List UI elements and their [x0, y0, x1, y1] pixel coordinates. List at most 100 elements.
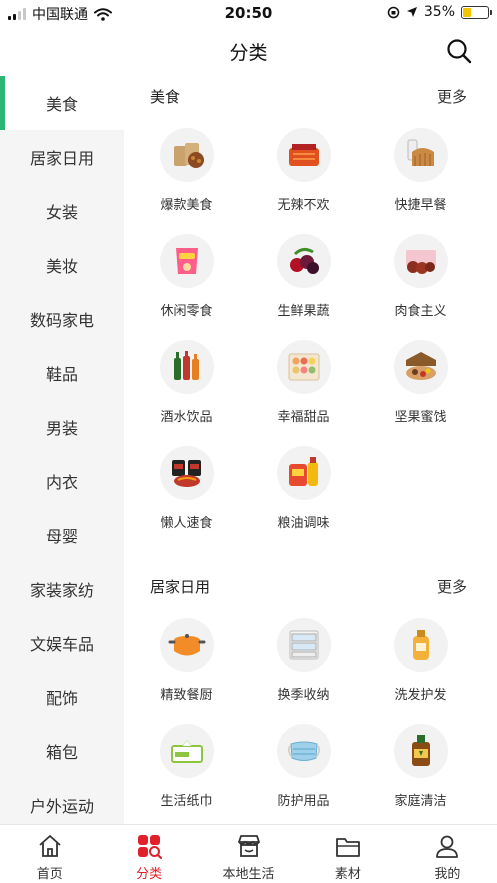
sidebar-item[interactable]: 文娱车品 [0, 616, 124, 670]
sidebar-item[interactable]: 女装 [0, 184, 124, 238]
sidebar-item-label: 男装 [45, 419, 78, 438]
section-title: 美食 [150, 87, 181, 106]
sidebar-item[interactable]: 母婴 [0, 508, 124, 562]
category-item-label: 换季收纳 [277, 688, 330, 703]
category-item[interactable]: 洗发护发 [362, 606, 479, 712]
rice-oil-icon [288, 457, 318, 486]
battery-fill [463, 7, 472, 17]
category-item[interactable]: 幸福甜品 [245, 328, 362, 434]
storage-drawer-icon [289, 630, 318, 660]
profile-icon [436, 835, 459, 858]
section-header: 居家日用 更多 [124, 566, 497, 606]
category-item[interactable]: 生活纸巾 [128, 712, 245, 818]
tab-profile[interactable]: 我的 [398, 825, 497, 883]
sidebar-item[interactable]: 配饰 [0, 670, 124, 724]
category-item[interactable]: 酒水饮品 [128, 328, 245, 434]
sidebar-item[interactable]: 内衣 [0, 454, 124, 508]
section-title: 居家日用 [150, 577, 211, 596]
sidebar-item-label: 箱包 [45, 743, 78, 762]
category-item[interactable]: 休闲零食 [128, 222, 245, 328]
tab-home[interactable]: 首页 [0, 825, 99, 883]
sidebar-item[interactable]: 居家日用 [0, 130, 124, 184]
battery-icon [461, 5, 492, 19]
category-thumbnail [276, 618, 331, 672]
category-thumbnail [393, 724, 448, 778]
tab-folder[interactable]: 素材 [298, 825, 397, 883]
category-item-label: 防护用品 [277, 794, 330, 809]
sidebar-item[interactable]: 家装家纺 [0, 562, 124, 616]
category-item[interactable]: 防护用品 [245, 712, 362, 818]
category-item-label: 洗发护发 [394, 688, 447, 703]
category-item-label: 生活纸巾 [160, 794, 213, 809]
category-thumbnail [276, 446, 331, 500]
sidebar-item-label: 居家日用 [29, 149, 94, 168]
beef-jerky-icon [405, 250, 436, 274]
category-thumbnail [159, 340, 214, 394]
more-link[interactable]: 更多 [437, 576, 467, 597]
category-item-label: 家庭清洁 [394, 794, 447, 809]
bottles-icon [173, 351, 199, 380]
category-item[interactable]: 快捷早餐 [362, 116, 479, 222]
category-item[interactable]: 肉食主义 [362, 222, 479, 328]
category-item-label: 坚果蜜饯 [394, 410, 447, 425]
search-icon[interactable] [445, 37, 473, 65]
category-item-label: 酒水饮品 [160, 410, 213, 425]
nuts-box-icon [405, 352, 436, 380]
section-header: 美食 更多 [124, 76, 497, 116]
tab-label: 我的 [434, 867, 461, 882]
category-thumbnail [276, 234, 331, 288]
folder-icon [336, 838, 360, 857]
category-item-label: 快捷早餐 [394, 198, 447, 213]
category-item-label: 粮油调味 [277, 516, 330, 531]
category-thumbnail [276, 724, 331, 778]
snack-bags-icon [173, 143, 204, 168]
category-item-label: 幸福甜品 [277, 410, 330, 425]
tab-label: 素材 [334, 867, 361, 882]
sidebar-item[interactable]: 美妆 [0, 238, 124, 292]
category-icon [138, 835, 163, 859]
mask-icon [287, 741, 320, 761]
page-title: 分类 [229, 42, 268, 64]
sidebar-item[interactable]: 男装 [0, 400, 124, 454]
sidebar-item-label: 美食 [45, 95, 78, 114]
sidebar-item[interactable]: 箱包 [0, 724, 124, 778]
sidebar-item[interactable]: 户外运动 [0, 778, 124, 824]
sidebar-item-label: 内衣 [45, 473, 78, 492]
category-sidebar: 美食居家日用女装美妆数码家电鞋品男装内衣母婴家装家纺文娱车品配饰箱包户外运动 [0, 76, 124, 824]
category-item[interactable]: 懒人速食 [128, 434, 245, 540]
category-item[interactable]: 坚果蜜饯 [362, 328, 479, 434]
instant-noodles-icon [171, 460, 201, 487]
category-thumbnail [159, 234, 214, 288]
sidebar-item[interactable]: 鞋品 [0, 346, 124, 400]
category-item[interactable]: 无辣不欢 [245, 116, 362, 222]
sidebar-item-label: 女装 [45, 203, 78, 222]
orientation-lock-icon [387, 6, 400, 18]
category-item[interactable]: 换季收纳 [245, 606, 362, 712]
sidebar-item[interactable]: 美食 [0, 76, 124, 130]
category-item[interactable]: 爆款美食 [128, 116, 245, 222]
sidebar-item[interactable]: 数码家电 [0, 292, 124, 346]
sidebar-item-label: 家装家纺 [29, 581, 94, 600]
disinfectant-icon [411, 735, 430, 766]
sidebar-item-label: 母婴 [45, 527, 78, 546]
pot-icon [168, 634, 205, 656]
category-thumbnail [276, 340, 331, 394]
category-grid: 爆款美食 无辣不欢 快捷早餐休闲零食 生鲜果蔬 肉食主义酒水饮品 幸福甜品 坚果蜜饯懒人速食… [124, 116, 497, 540]
category-thumbnail [393, 234, 448, 288]
more-link[interactable]: 更多 [437, 86, 467, 107]
category-item[interactable]: 粮油调味 [245, 434, 362, 540]
tab-store[interactable]: 本地生活 [199, 825, 298, 883]
store-icon [237, 835, 260, 857]
category-item[interactable]: 生鲜果蔬 [245, 222, 362, 328]
sidebar-item-label: 数码家电 [29, 311, 94, 330]
category-item[interactable]: 家庭清洁 [362, 712, 479, 818]
chips-bag-icon [175, 248, 198, 274]
category-thumbnail [159, 446, 214, 500]
category-item[interactable]: 精致餐厨 [128, 606, 245, 712]
sidebar-item-label: 美妆 [45, 257, 78, 276]
sidebar-item-label: 文娱车品 [29, 635, 94, 654]
tab-label: 分类 [136, 867, 163, 882]
tab-category[interactable]: 分类 [99, 825, 198, 883]
category-item-label: 精致餐厨 [160, 688, 213, 703]
sidebar-item-label: 配饰 [45, 689, 78, 708]
